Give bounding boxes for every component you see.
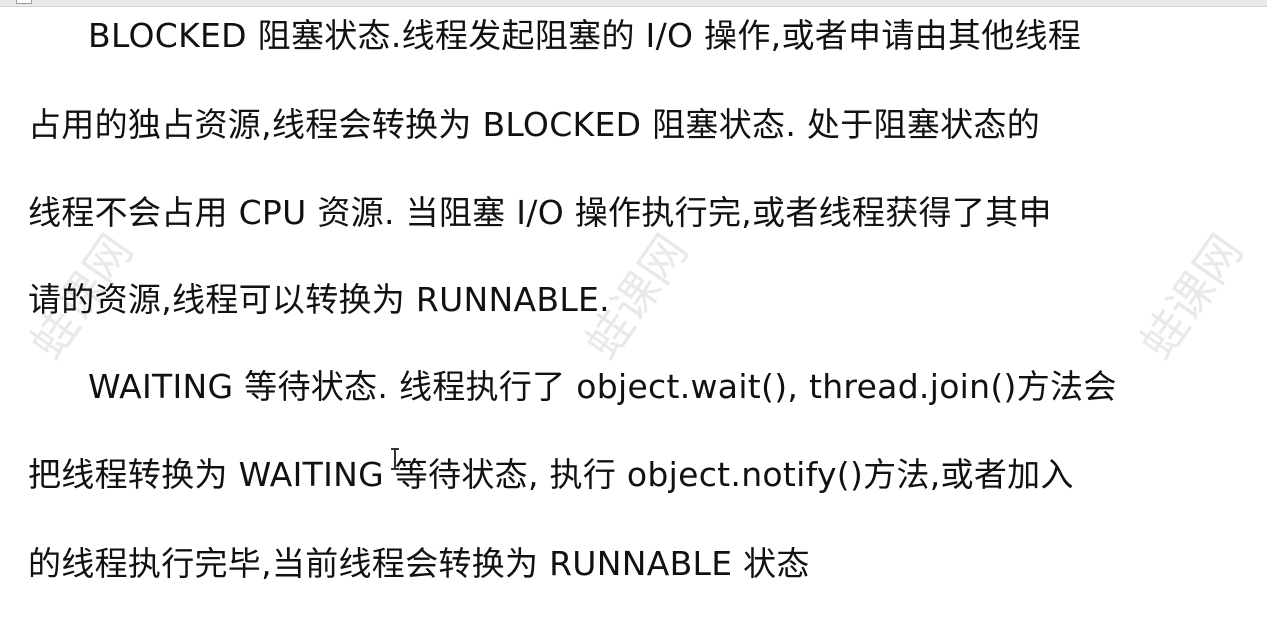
window-top-bar: [0, 0, 1267, 7]
resize-handle[interactable]: [16, 0, 32, 4]
watermark-right: 蛙课网: [1129, 224, 1254, 369]
paragraph-blocked-line-4: 请的资源,线程可以转换为 RUNNABLE.: [28, 280, 610, 319]
paragraph-waiting-line-3: 的线程执行完毕,当前线程会转换为 RUNNABLE 状态: [28, 544, 810, 583]
paragraph-blocked-line-1: BLOCKED 阻塞状态.线程发起阻塞的 I/O 操作,或者申请由其他线程: [88, 16, 1082, 55]
paragraph-waiting-line-1: WAITING 等待状态. 线程执行了 object.wait(), threa…: [88, 367, 1117, 406]
text-cursor-icon: [391, 446, 399, 472]
paragraph-blocked-line-2: 占用的独占资源,线程会转换为 BLOCKED 阻塞状态. 处于阻塞状态的: [28, 105, 1041, 144]
paragraph-waiting-line-2: 把线程转换为 WAITING 等待状态, 执行 object.notify()方…: [28, 455, 1074, 494]
paragraph-blocked-line-3: 线程不会占用 CPU 资源. 当阻塞 I/O 操作执行完,或者线程获得了其申: [28, 193, 1052, 232]
